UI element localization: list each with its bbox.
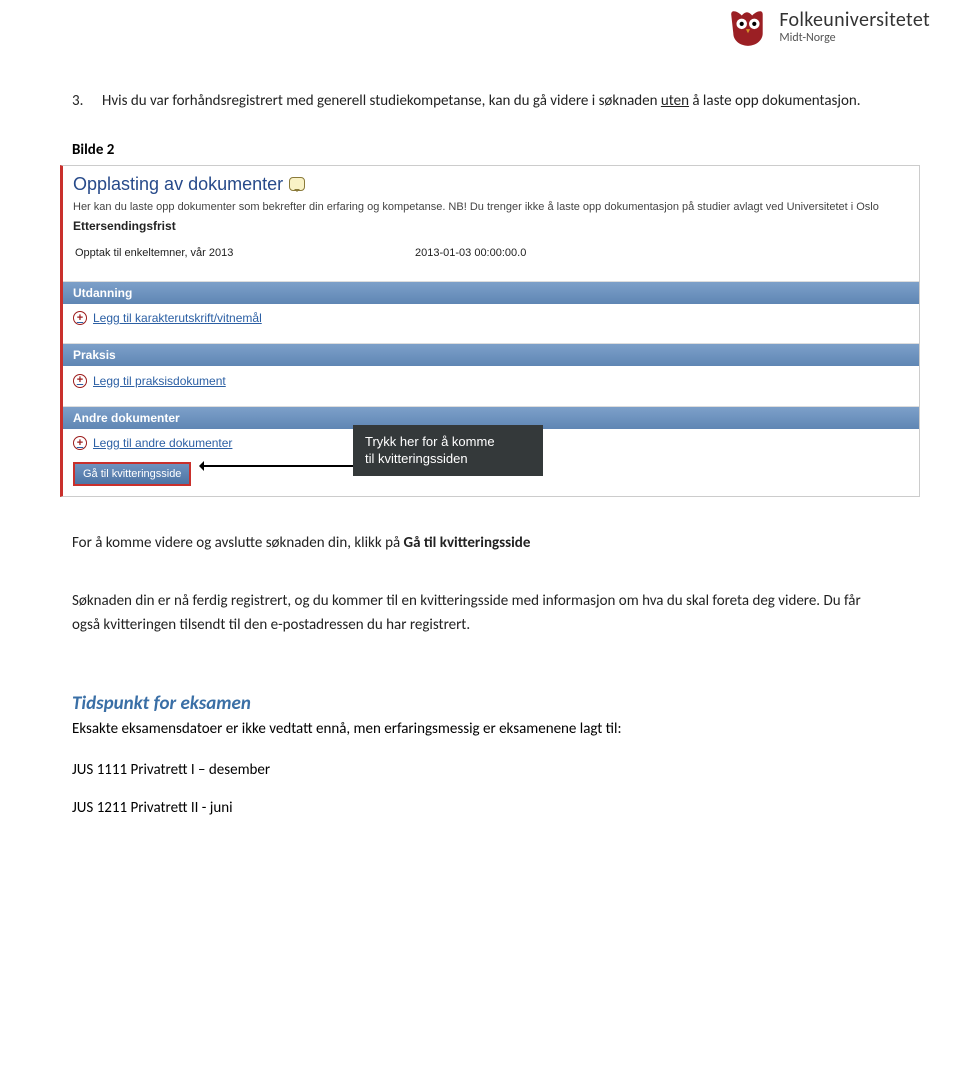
step-number: 3.: [72, 90, 102, 113]
deadline-row: Opptak til enkeltemner, vår 2013 2013-01…: [73, 243, 909, 271]
tooltip-line1: Trykk her for å komme: [365, 433, 531, 451]
go-to-receipt-button[interactable]: Gå til kvitteringsside: [73, 462, 191, 486]
deadline-date: 2013-01-03 00:00:00.0: [415, 247, 526, 259]
logo-line1: Folkeuniversitetet: [779, 10, 930, 30]
logo-text: Folkeuniversitetet Midt-Norge: [779, 10, 930, 44]
exam-line-2: JUS 1211 Privatrett II - juni: [72, 799, 888, 817]
org-logo: Folkeuniversitetet Midt-Norge: [727, 6, 930, 48]
step-text-suffix: å laste opp dokumentasjon.: [689, 92, 861, 110]
exam-heading: Tidspunkt for eksamen: [72, 692, 888, 715]
section-andre-body: + Legg til andre dokumenter Trykk her fo…: [63, 429, 919, 497]
step-3: 3. Hvis du var forhåndsregistrert med ge…: [72, 90, 888, 113]
instruction-para-1-bold: Gå til kvitteringsside: [404, 534, 531, 552]
add-vitnemal-link[interactable]: + Legg til karakterutskrift/vitnemål: [73, 311, 262, 325]
plus-icon: +: [73, 311, 87, 325]
step-text: Hvis du var forhåndsregistrert med gener…: [102, 90, 888, 113]
upload-description: Her kan du laste opp dokumenter som bekr…: [73, 201, 909, 213]
add-vitnemal-label: Legg til karakterutskrift/vitnemål: [93, 311, 262, 325]
figure-label: Bilde 2: [72, 141, 888, 159]
step-text-prefix: Hvis du var forhåndsregistrert med gener…: [102, 92, 661, 110]
deadline-name: Opptak til enkeltemner, vår 2013: [75, 247, 355, 259]
plus-icon: +: [73, 374, 87, 388]
upload-heading: Opplasting av dokumenter: [73, 174, 909, 195]
embedded-screenshot: Opplasting av dokumenter Her kan du last…: [60, 165, 920, 498]
owl-icon: [727, 6, 769, 48]
instruction-para-1: For å komme videre og avslutte søknaden …: [72, 531, 888, 555]
tooltip-callout: Trykk her for å komme til kvitteringssid…: [353, 425, 543, 476]
add-praksis-link[interactable]: + Legg til praksisdokument: [73, 374, 226, 388]
exam-intro: Eksakte eksamensdatoer er ikke vedtatt e…: [72, 718, 888, 741]
section-praksis-bar: Praksis: [63, 343, 919, 366]
section-utdanning-body: + Legg til karakterutskrift/vitnemål: [63, 304, 919, 344]
upload-heading-text: Opplasting av dokumenter: [73, 174, 283, 195]
section-utdanning-bar: Utdanning: [63, 281, 919, 304]
add-andre-label: Legg til andre dokumenter: [93, 436, 232, 450]
plus-icon: +: [73, 436, 87, 450]
instruction-para-2: Søknaden din er nå ferdig registrert, og…: [72, 589, 888, 637]
section-praksis-body: + Legg til praksisdokument: [63, 366, 919, 406]
tooltip-line2: til kvitteringssiden: [365, 450, 531, 468]
deadline-label: Ettersendingsfrist: [73, 219, 909, 233]
step-text-underlined: uten: [661, 92, 689, 110]
add-andre-link[interactable]: + Legg til andre dokumenter: [73, 436, 232, 450]
logo-line2: Midt-Norge: [779, 32, 930, 44]
exam-line-1: JUS 1111 Privatrett I – desember: [72, 761, 888, 779]
help-bubble-icon[interactable]: [289, 177, 305, 191]
add-praksis-label: Legg til praksisdokument: [93, 374, 226, 388]
arrow-icon: [203, 465, 353, 467]
instruction-para-1-prefix: For å komme videre og avslutte søknaden …: [72, 534, 404, 552]
